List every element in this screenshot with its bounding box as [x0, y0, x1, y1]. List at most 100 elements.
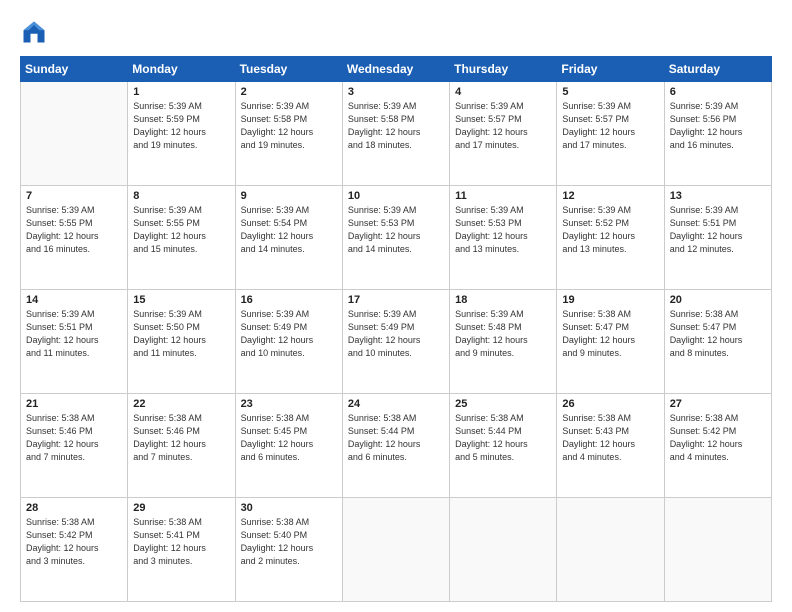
- day-info: Sunrise: 5:39 AM Sunset: 5:49 PM Dayligh…: [241, 308, 337, 360]
- day-info: Sunrise: 5:39 AM Sunset: 5:58 PM Dayligh…: [348, 100, 444, 152]
- day-info: Sunrise: 5:38 AM Sunset: 5:47 PM Dayligh…: [562, 308, 658, 360]
- day-header-monday: Monday: [128, 57, 235, 82]
- day-number: 24: [348, 398, 444, 410]
- calendar-week-1: 1 Sunrise: 5:39 AM Sunset: 5:59 PM Daylig…: [21, 82, 772, 186]
- day-info: Sunrise: 5:39 AM Sunset: 5:54 PM Dayligh…: [241, 204, 337, 256]
- day-number: 15: [133, 294, 229, 306]
- day-info: Sunrise: 5:39 AM Sunset: 5:50 PM Dayligh…: [133, 308, 229, 360]
- day-number: 26: [562, 398, 658, 410]
- day-info: Sunrise: 5:39 AM Sunset: 5:49 PM Dayligh…: [348, 308, 444, 360]
- calendar-cell: 20Sunrise: 5:38 AM Sunset: 5:47 PM Dayli…: [664, 290, 771, 394]
- day-info: Sunrise: 5:39 AM Sunset: 5:55 PM Dayligh…: [26, 204, 122, 256]
- header: [20, 18, 772, 46]
- logo: [20, 18, 52, 46]
- calendar-cell: 25 Sunrise: 5:38 AM Sunset: 5:44 PM Dayli…: [450, 394, 557, 498]
- calendar-cell: 8 Sunrise: 5:39 AM Sunset: 5:55 PM Daylig…: [128, 186, 235, 290]
- day-number: 7: [26, 190, 122, 202]
- day-header-saturday: Saturday: [664, 57, 771, 82]
- calendar-cell: 15 Sunrise: 5:39 AM Sunset: 5:50 PM Dayli…: [128, 290, 235, 394]
- logo-icon: [20, 18, 48, 46]
- day-info: Sunrise: 5:38 AM Sunset: 5:44 PM Dayligh…: [348, 412, 444, 464]
- calendar-week-4: 21 Sunrise: 5:38 AM Sunset: 5:46 PM Dayli…: [21, 394, 772, 498]
- day-info: Sunrise: 5:38 AM Sunset: 5:46 PM Dayligh…: [133, 412, 229, 464]
- day-number: 1: [133, 86, 229, 98]
- calendar: SundayMondayTuesdayWednesdayThursdayFrid…: [20, 56, 772, 602]
- day-number: 23: [241, 398, 337, 410]
- day-header-sunday: Sunday: [21, 57, 128, 82]
- calendar-cell: 30 Sunrise: 5:38 AM Sunset: 5:40 PM Dayli…: [235, 498, 342, 602]
- day-number: 30: [241, 502, 337, 514]
- day-info: Sunrise: 5:38 AM Sunset: 5:45 PM Dayligh…: [241, 412, 337, 464]
- day-number: 16: [241, 294, 337, 306]
- day-header-tuesday: Tuesday: [235, 57, 342, 82]
- day-info: Sunrise: 5:39 AM Sunset: 5:51 PM Dayligh…: [26, 308, 122, 360]
- day-number: 18: [455, 294, 551, 306]
- day-info: Sunrise: 5:38 AM Sunset: 5:44 PM Dayligh…: [455, 412, 551, 464]
- day-info: Sunrise: 5:38 AM Sunset: 5:43 PM Dayligh…: [562, 412, 658, 464]
- calendar-cell: [342, 498, 449, 602]
- calendar-cell: 17 Sunrise: 5:39 AM Sunset: 5:49 PM Dayli…: [342, 290, 449, 394]
- calendar-cell: 14 Sunrise: 5:39 AM Sunset: 5:51 PM Dayli…: [21, 290, 128, 394]
- day-info: Sunrise: 5:38 AM Sunset: 5:40 PM Dayligh…: [241, 516, 337, 568]
- day-info: Sunrise: 5:38 AM Sunset: 5:41 PM Dayligh…: [133, 516, 229, 568]
- day-number: 22: [133, 398, 229, 410]
- calendar-week-3: 14 Sunrise: 5:39 AM Sunset: 5:51 PM Dayli…: [21, 290, 772, 394]
- day-header-wednesday: Wednesday: [342, 57, 449, 82]
- day-number: 17: [348, 294, 444, 306]
- calendar-cell: 2Sunrise: 5:39 AM Sunset: 5:58 PM Daylig…: [235, 82, 342, 186]
- day-number: 19: [562, 294, 658, 306]
- day-number: 27: [670, 398, 766, 410]
- calendar-week-5: 28Sunrise: 5:38 AM Sunset: 5:42 PM Dayli…: [21, 498, 772, 602]
- calendar-cell: 21 Sunrise: 5:38 AM Sunset: 5:46 PM Dayli…: [21, 394, 128, 498]
- calendar-cell: 23 Sunrise: 5:38 AM Sunset: 5:45 PM Dayli…: [235, 394, 342, 498]
- calendar-cell: 19 Sunrise: 5:38 AM Sunset: 5:47 PM Dayli…: [557, 290, 664, 394]
- calendar-cell: [450, 498, 557, 602]
- day-number: 8: [133, 190, 229, 202]
- day-number: 25: [455, 398, 551, 410]
- day-number: 11: [455, 190, 551, 202]
- day-number: 29: [133, 502, 229, 514]
- day-info: Sunrise: 5:39 AM Sunset: 5:51 PM Dayligh…: [670, 204, 766, 256]
- calendar-cell: [664, 498, 771, 602]
- day-number: 3: [348, 86, 444, 98]
- day-number: 9: [241, 190, 337, 202]
- day-info: Sunrise: 5:39 AM Sunset: 5:53 PM Dayligh…: [455, 204, 551, 256]
- day-info: Sunrise: 5:39 AM Sunset: 5:56 PM Dayligh…: [670, 100, 766, 152]
- day-info: Sunrise: 5:38 AM Sunset: 5:42 PM Dayligh…: [670, 412, 766, 464]
- calendar-cell: [21, 82, 128, 186]
- day-header-friday: Friday: [557, 57, 664, 82]
- calendar-cell: 29 Sunrise: 5:38 AM Sunset: 5:41 PM Dayli…: [128, 498, 235, 602]
- calendar-cell: 12 Sunrise: 5:39 AM Sunset: 5:52 PM Dayli…: [557, 186, 664, 290]
- day-info: Sunrise: 5:39 AM Sunset: 5:52 PM Dayligh…: [562, 204, 658, 256]
- day-info: Sunrise: 5:39 AM Sunset: 5:48 PM Dayligh…: [455, 308, 551, 360]
- day-number: 4: [455, 86, 551, 98]
- calendar-cell: 18 Sunrise: 5:39 AM Sunset: 5:48 PM Dayli…: [450, 290, 557, 394]
- day-number: 28: [26, 502, 122, 514]
- calendar-cell: 26 Sunrise: 5:38 AM Sunset: 5:43 PM Dayli…: [557, 394, 664, 498]
- calendar-cell: 7 Sunrise: 5:39 AM Sunset: 5:55 PM Daylig…: [21, 186, 128, 290]
- day-number: 10: [348, 190, 444, 202]
- calendar-week-2: 7 Sunrise: 5:39 AM Sunset: 5:55 PM Daylig…: [21, 186, 772, 290]
- day-number: 12: [562, 190, 658, 202]
- day-number: 20: [670, 294, 766, 306]
- calendar-cell: 4Sunrise: 5:39 AM Sunset: 5:57 PM Daylig…: [450, 82, 557, 186]
- calendar-cell: [557, 498, 664, 602]
- calendar-header-row: SundayMondayTuesdayWednesdayThursdayFrid…: [21, 57, 772, 82]
- calendar-cell: 3 Sunrise: 5:39 AM Sunset: 5:58 PM Daylig…: [342, 82, 449, 186]
- day-number: 14: [26, 294, 122, 306]
- day-number: 5: [562, 86, 658, 98]
- calendar-cell: 16 Sunrise: 5:39 AM Sunset: 5:49 PM Dayli…: [235, 290, 342, 394]
- calendar-cell: 1 Sunrise: 5:39 AM Sunset: 5:59 PM Daylig…: [128, 82, 235, 186]
- day-info: Sunrise: 5:38 AM Sunset: 5:46 PM Dayligh…: [26, 412, 122, 464]
- day-info: Sunrise: 5:39 AM Sunset: 5:59 PM Dayligh…: [133, 100, 229, 152]
- day-info: Sunrise: 5:39 AM Sunset: 5:58 PM Dayligh…: [241, 100, 337, 152]
- day-info: Sunrise: 5:39 AM Sunset: 5:53 PM Dayligh…: [348, 204, 444, 256]
- calendar-cell: 27 Sunrise: 5:38 AM Sunset: 5:42 PM Dayli…: [664, 394, 771, 498]
- day-number: 13: [670, 190, 766, 202]
- day-number: 21: [26, 398, 122, 410]
- calendar-cell: 6Sunrise: 5:39 AM Sunset: 5:56 PM Daylig…: [664, 82, 771, 186]
- calendar-cell: 9 Sunrise: 5:39 AM Sunset: 5:54 PM Daylig…: [235, 186, 342, 290]
- calendar-cell: 5Sunrise: 5:39 AM Sunset: 5:57 PM Daylig…: [557, 82, 664, 186]
- calendar-cell: 22 Sunrise: 5:38 AM Sunset: 5:46 PM Dayli…: [128, 394, 235, 498]
- day-info: Sunrise: 5:39 AM Sunset: 5:55 PM Dayligh…: [133, 204, 229, 256]
